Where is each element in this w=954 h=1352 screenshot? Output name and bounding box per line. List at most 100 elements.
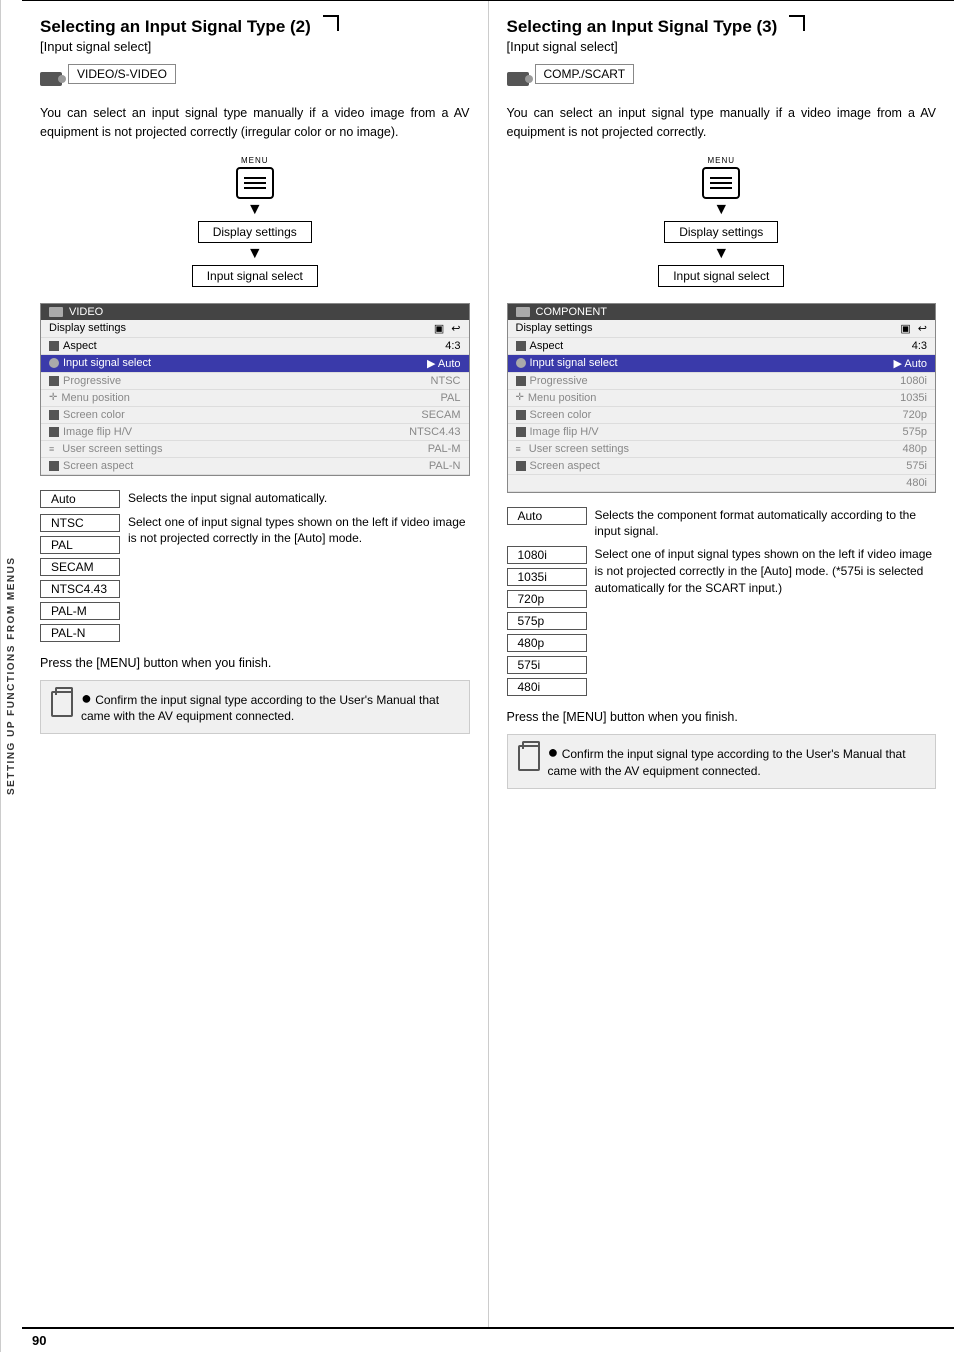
- right-menu-row-menu-position: ✛ Menu position 1035i: [508, 390, 936, 407]
- corner-decoration: [323, 15, 339, 31]
- screen-aspect-icon: [49, 461, 59, 471]
- right-option-480p: 480p: [507, 634, 587, 652]
- right-menu-row-display-settings: Display settings ▣ ↩: [508, 320, 936, 338]
- note-icon-left: [51, 691, 73, 717]
- flow-box-display-settings: Display settings: [198, 221, 312, 243]
- right-input-badge: COMP./SCART: [535, 64, 635, 84]
- right-progressive-icon: [516, 376, 526, 386]
- component-icon-small: [516, 307, 530, 317]
- right-note-box: ● Confirm the input signal type accordin…: [507, 734, 937, 789]
- right-input-signal-icon: [516, 358, 526, 368]
- right-option-575p: 575p: [507, 612, 587, 630]
- left-menu-header: VIDEO: [41, 304, 469, 320]
- left-desc-table: Auto Selects the input signal automatica…: [40, 490, 470, 642]
- video-connector-icon: [40, 72, 62, 86]
- right-subtitle: [Input signal select]: [507, 39, 937, 54]
- sidebar-label: SETTING UP FUNCTIONS FROM MENUS: [0, 0, 22, 1352]
- right-desc-row-group: 1080i 1035i 720p 575p 480p 575i 480i: [507, 546, 937, 696]
- columns: Selecting an Input Signal Type (2) [Inpu…: [22, 0, 954, 1327]
- option-paln: PAL-N: [40, 624, 120, 642]
- right-menu-row-progressive: Progressive 1080i: [508, 373, 936, 390]
- main-content: Selecting an Input Signal Type (2) [Inpu…: [22, 0, 954, 1352]
- menu-row-menu-position: ✛ Menu position PAL: [41, 390, 469, 407]
- menu-row-progressive: Progressive NTSC: [41, 373, 469, 390]
- menu-button-icon-right: [702, 167, 740, 199]
- right-option-auto: Auto: [507, 507, 587, 525]
- user-screen-icon: ≡: [49, 444, 54, 454]
- menu-row-image-flip: Image flip H/V NTSC4.43: [41, 424, 469, 441]
- right-screen-color-icon: [516, 410, 526, 420]
- right-menu-header: COMPONENT: [508, 304, 936, 320]
- menu-button-icon: [236, 167, 274, 199]
- right-menu-row-image-flip: Image flip H/V 575p: [508, 424, 936, 441]
- left-note-box: ● Confirm the input signal type accordin…: [40, 680, 470, 735]
- right-menu-row-screen-color: Screen color 720p: [508, 407, 936, 424]
- right-image-flip-icon: [516, 427, 526, 437]
- left-column: Selecting an Input Signal Type (2) [Inpu…: [22, 1, 489, 1327]
- flow-box-input-signal: Input signal select: [192, 265, 318, 287]
- left-menu-label: MENU: [241, 156, 269, 165]
- option-palm: PAL-M: [40, 602, 120, 620]
- video-icon-small: [49, 307, 63, 317]
- right-option-1080i: 1080i: [507, 546, 587, 564]
- left-title: Selecting an Input Signal Type (2): [40, 17, 470, 37]
- menu-row-aspect: Aspect 4:3: [41, 338, 469, 355]
- option-ntsc: NTSC: [40, 514, 120, 532]
- left-body-text: You can select an input signal type manu…: [40, 104, 470, 142]
- option-auto: Auto: [40, 490, 120, 508]
- screen-color-icon: [49, 410, 59, 420]
- right-desc-table: Auto Selects the component format automa…: [507, 507, 937, 697]
- left-press-menu: Press the [MENU] button when you finish.: [40, 656, 470, 670]
- flow-arrow-right-1: ▼: [713, 202, 729, 218]
- right-title: Selecting an Input Signal Type (3): [507, 17, 937, 37]
- progressive-icon: [49, 376, 59, 386]
- corner-decoration-right: [789, 15, 805, 31]
- flow-arrow-1: ▼: [247, 202, 263, 218]
- right-screen-aspect-icon: [516, 461, 526, 471]
- right-menu-label: MENU: [707, 156, 735, 165]
- note-icon-right: [518, 745, 540, 771]
- option-secam: SECAM: [40, 558, 120, 576]
- right-input-type-row: COMP./SCART: [507, 64, 937, 94]
- page-number: 90: [22, 1327, 954, 1352]
- right-option-575i: 575i: [507, 656, 587, 674]
- flow-arrow-2: ▼: [247, 246, 263, 262]
- right-desc-row-auto: Auto Selects the component format automa…: [507, 507, 937, 541]
- aspect-icon: [49, 341, 59, 351]
- menu-row-display-settings: Display settings ▣ ↩: [41, 320, 469, 338]
- option-ntsc443: NTSC4.43: [40, 580, 120, 598]
- comp-connector-icon: [507, 72, 529, 86]
- desc-row-ntsc-palgroup: NTSC PAL SECAM NTSC4.43 PAL-M PAL-N Sele…: [40, 514, 470, 642]
- left-input-type-row: VIDEO/S-VIDEO: [40, 64, 470, 94]
- flow-box-display-settings-right: Display settings: [664, 221, 778, 243]
- option-pal: PAL: [40, 536, 120, 554]
- left-input-badge: VIDEO/S-VIDEO: [68, 64, 176, 84]
- menu-row-screen-color: Screen color SECAM: [41, 407, 469, 424]
- right-menu-row-480i: 480i: [508, 475, 936, 492]
- input-signal-icon: [49, 358, 59, 368]
- right-press-menu: Press the [MENU] button when you finish.: [507, 710, 937, 724]
- desc-row-auto: Auto Selects the input signal automatica…: [40, 490, 470, 508]
- menu-row-input-signal[interactable]: Input signal select ▶ Auto: [41, 355, 469, 373]
- right-option-1035i: 1035i: [507, 568, 587, 586]
- left-menu-screen: VIDEO Display settings ▣ ↩ Aspect: [40, 303, 470, 476]
- right-menu-row-screen-aspect: Screen aspect 575i: [508, 458, 936, 475]
- right-option-480i: 480i: [507, 678, 587, 696]
- right-menu-row-input-signal[interactable]: Input signal select ▶ Auto: [508, 355, 936, 373]
- right-column: Selecting an Input Signal Type (3) [Inpu…: [489, 1, 954, 1327]
- right-menu-row-user-screen: ≡ User screen settings 480p: [508, 441, 936, 458]
- right-option-720p: 720p: [507, 590, 587, 608]
- flow-arrow-right-2: ▼: [713, 246, 729, 262]
- flow-box-input-signal-right: Input signal select: [658, 265, 784, 287]
- left-subtitle: [Input signal select]: [40, 39, 470, 54]
- right-menu-row-aspect: Aspect 4:3: [508, 338, 936, 355]
- image-flip-icon: [49, 427, 59, 437]
- right-menu-flow: MENU ▼ Display settings ▼ Input signal s…: [507, 156, 937, 289]
- menu-row-screen-aspect: Screen aspect PAL-N: [41, 458, 469, 475]
- menu-row-user-screen: ≡ User screen settings PAL-M: [41, 441, 469, 458]
- right-aspect-icon: [516, 341, 526, 351]
- left-menu-flow: MENU ▼ Display settings ▼ Input signal s…: [40, 156, 470, 289]
- menu-pos-icon: ✛: [49, 392, 57, 403]
- right-user-screen-icon: ≡: [516, 444, 521, 454]
- right-body-text: You can select an input signal type manu…: [507, 104, 937, 142]
